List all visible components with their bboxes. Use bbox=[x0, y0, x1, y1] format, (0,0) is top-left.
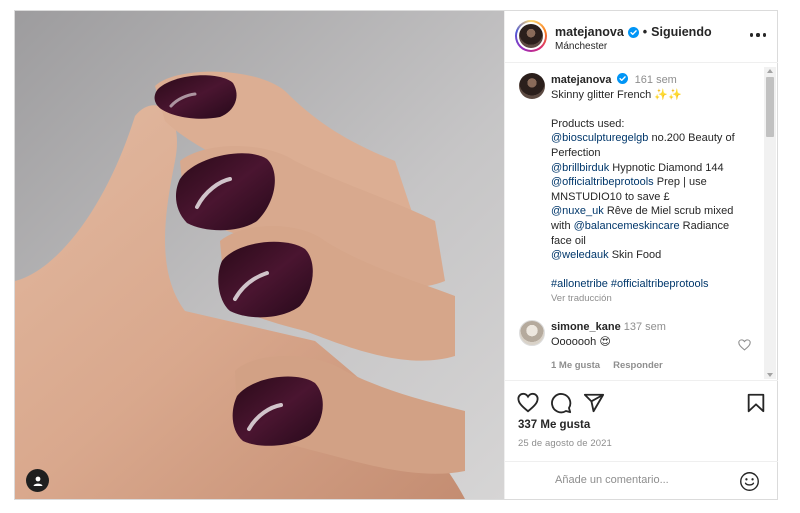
comment-body: simone_kane 137 sem Ooooooh 😍 bbox=[551, 320, 666, 349]
mention-link[interactable]: @nuxe_uk bbox=[551, 205, 604, 217]
comment-meta: 1 Me gusta Responder bbox=[551, 360, 663, 371]
comment-age: 137 sem bbox=[623, 321, 666, 333]
commenter-username[interactable]: simone_kane bbox=[551, 321, 621, 333]
comments-list[interactable]: matejanova 161 sem Skinny glitter French… bbox=[505, 64, 778, 380]
caption-line: face oil bbox=[551, 234, 586, 247]
mention-link[interactable]: @officialtribeprotools bbox=[551, 176, 654, 188]
caption-line: no.200 Beauty of bbox=[648, 132, 735, 145]
caption-username[interactable]: matejanova bbox=[551, 74, 612, 86]
hand-nails-photo bbox=[15, 11, 504, 499]
caption-text: matejanova 161 sem Skinny glitter French… bbox=[551, 73, 761, 307]
comment-item: simone_kane 137 sem Ooooooh 😍 1 Me gusta… bbox=[519, 320, 759, 380]
post-side-panel: matejanova • Siguiendo Mánchester mateja… bbox=[504, 11, 778, 499]
comment-likes[interactable]: 1 Me gusta bbox=[551, 360, 600, 371]
share-icon[interactable] bbox=[583, 392, 605, 414]
caption-line: Skinny glitter French ✨✨ bbox=[551, 88, 682, 101]
following-button[interactable]: Siguiendo bbox=[651, 25, 711, 39]
location-link[interactable]: Mánchester bbox=[555, 41, 607, 52]
post-date: 25 de agosto de 2021 bbox=[518, 438, 612, 449]
comment-composer bbox=[505, 461, 778, 500]
caption-line: Perfection bbox=[551, 146, 601, 159]
caption-avatar[interactable] bbox=[519, 73, 545, 99]
caption-line: Skin Food bbox=[608, 249, 662, 262]
comments-scrollbar[interactable] bbox=[764, 67, 776, 379]
caption-line: MNSTUDIO10 to save £ bbox=[551, 190, 670, 203]
hashtags[interactable]: #allonetribe #officialtribeprotools bbox=[551, 277, 761, 292]
caption-age: 161 sem bbox=[634, 74, 677, 86]
commenter-avatar[interactable] bbox=[519, 320, 545, 346]
mention-link[interactable]: @brillbirduk bbox=[551, 162, 609, 174]
caption-line: Products used: bbox=[551, 117, 625, 130]
scroll-down-arrow[interactable] bbox=[767, 373, 773, 377]
likes-count[interactable]: 337 Me gusta bbox=[518, 419, 590, 431]
emoji-icon[interactable] bbox=[739, 471, 760, 492]
comment-input[interactable] bbox=[555, 474, 725, 486]
mention-link[interactable]: @biosculpturegelgb bbox=[551, 132, 648, 144]
more-options-icon[interactable] bbox=[750, 33, 766, 39]
bookmark-icon[interactable] bbox=[745, 392, 767, 414]
mention-link[interactable]: @balancemeskincare bbox=[574, 220, 680, 232]
scroll-thumb[interactable] bbox=[766, 77, 774, 137]
verified-badge-icon bbox=[627, 26, 639, 38]
caption-line: Rêve de Miel scrub mixed bbox=[603, 205, 734, 218]
caption-line: with bbox=[551, 219, 574, 232]
caption-line: Prep | use bbox=[653, 176, 707, 189]
reply-button[interactable]: Responder bbox=[613, 360, 663, 371]
see-translation-link[interactable]: Ver traducción bbox=[551, 292, 761, 307]
post-image[interactable] bbox=[15, 11, 504, 499]
comment-text: Ooooooh 😍 bbox=[551, 335, 611, 348]
comment-like-heart-icon[interactable] bbox=[738, 339, 751, 351]
comment-icon[interactable] bbox=[550, 392, 572, 414]
heart-icon[interactable] bbox=[517, 392, 539, 414]
caption-line: Hypnotic Diamond 144 bbox=[609, 161, 724, 174]
author-username[interactable]: matejanova bbox=[555, 25, 624, 39]
post-actions: 337 Me gusta 25 de agosto de 2021 bbox=[505, 380, 778, 499]
mention-link[interactable]: @weledauk bbox=[551, 249, 609, 261]
scroll-up-arrow[interactable] bbox=[767, 69, 773, 73]
verified-badge-icon bbox=[616, 73, 628, 84]
separator-dot: • bbox=[642, 25, 648, 39]
author-row: matejanova • Siguiendo bbox=[555, 25, 712, 39]
tagged-user-icon[interactable] bbox=[26, 469, 49, 492]
post-header: matejanova • Siguiendo Mánchester bbox=[505, 11, 778, 63]
author-avatar[interactable] bbox=[515, 20, 547, 52]
caption-line: Radiance bbox=[679, 219, 730, 232]
post-container: matejanova • Siguiendo Mánchester mateja… bbox=[14, 10, 778, 500]
